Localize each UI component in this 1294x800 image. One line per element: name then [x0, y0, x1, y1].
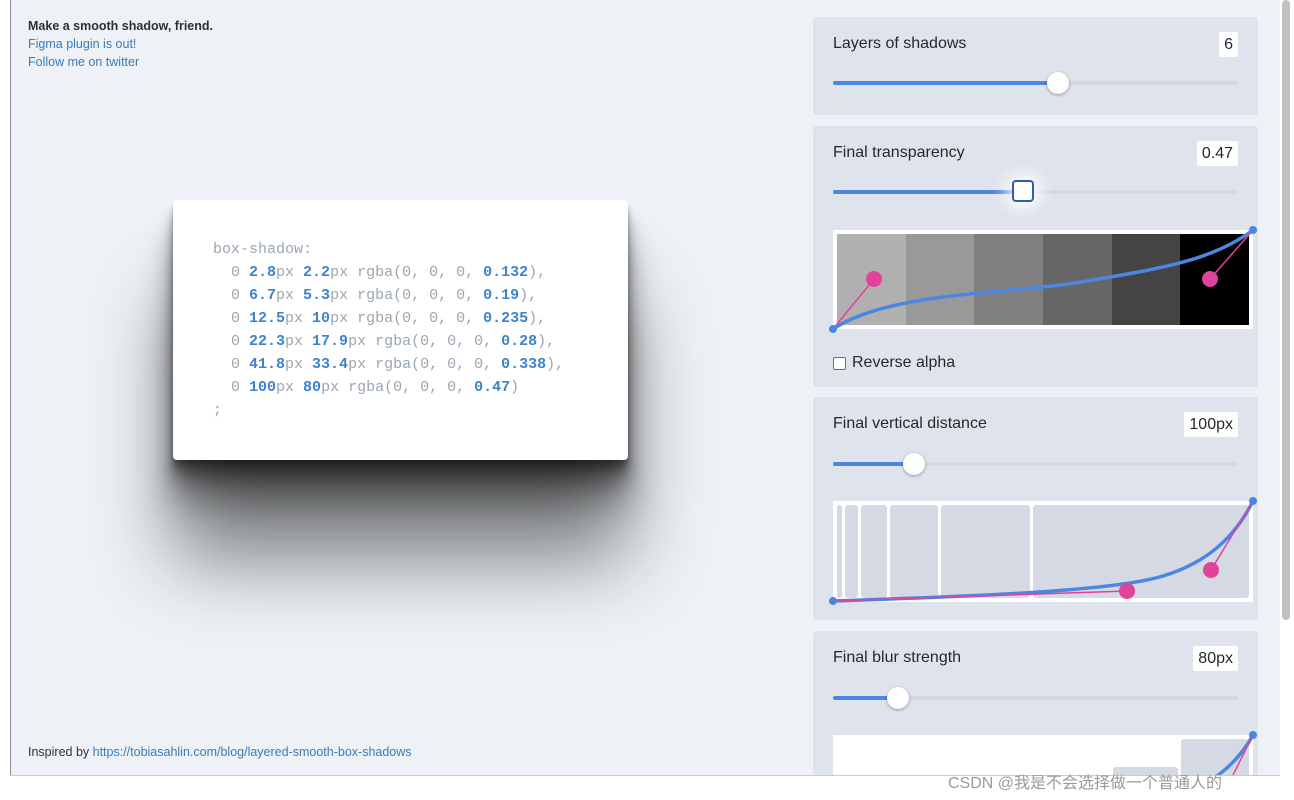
code-blur: 5.3 — [303, 287, 331, 304]
distance-handle-line-2 — [1210, 500, 1254, 571]
inspiration-link[interactable]: https://tobiasahlin.com/blog/layered-smo… — [93, 745, 412, 759]
transparency-panel: Final transparency 0.47 Reverse alpha — [813, 126, 1258, 387]
distance-slider[interactable] — [833, 453, 1238, 475]
blur-slider[interactable] — [833, 687, 1238, 709]
transparency-curve-editor[interactable] — [829, 226, 1257, 333]
transparency-curve-start-point[interactable] — [829, 325, 837, 333]
layers-slider-fill — [833, 81, 1058, 85]
intro-block: Make a smooth shadow, friend. Figma plug… — [28, 17, 213, 71]
code-y-offset: 100 — [249, 379, 277, 396]
transparency-control-point-1[interactable] — [866, 271, 882, 287]
transparency-handle-line-2 — [1209, 229, 1254, 280]
blur-label: Final blur strength — [833, 649, 962, 666]
distance-curve-line — [832, 500, 1255, 603]
distance-bezier-curve[interactable] — [829, 497, 1257, 605]
code-blur: 80 — [303, 379, 322, 396]
distance-curve-end-point[interactable] — [1249, 497, 1257, 505]
blur-panel: Final blur strength 80px — [813, 631, 1258, 775]
code-layer-line: 0 2.8px 2.2px rgba(0, 0, 0, 0.132), — [213, 264, 547, 281]
code-terminator: ; — [213, 402, 223, 419]
preview-canvas: Make a smooth shadow, friend. Figma plug… — [11, 0, 1280, 775]
footer-prefix: Inspired by — [28, 745, 93, 759]
blur-slider-thumb[interactable] — [887, 687, 909, 709]
layers-slider[interactable] — [833, 72, 1238, 94]
code-layer-line: 0 22.3px 17.9px rgba(0, 0, 0, 0.28), — [213, 333, 556, 350]
transparency-value[interactable]: 0.47 — [1196, 141, 1238, 166]
transparency-slider-fill — [833, 190, 1023, 194]
code-layer-line: 0 100px 80px rgba(0, 0, 0, 0.47) — [213, 379, 520, 396]
transparency-label: Final transparency — [833, 144, 965, 161]
code-blur: 10 — [312, 310, 331, 327]
transparency-bezier-curve[interactable] — [829, 226, 1257, 333]
transparency-handle-line-1 — [832, 278, 875, 330]
distance-slider-thumb[interactable] — [903, 453, 925, 475]
transparency-curve-line — [832, 228, 1255, 331]
code-alpha: 0.19 — [483, 287, 520, 304]
code-layer-line: 0 6.7px 5.3px rgba(0, 0, 0, 0.19), — [213, 287, 538, 304]
reverse-alpha-checkbox[interactable] — [833, 356, 846, 370]
distance-value[interactable]: 100px — [1184, 412, 1238, 437]
distance-slider-fill — [833, 462, 914, 466]
reverse-alpha-label: Reverse alpha — [852, 354, 956, 371]
blur-curve-end-point[interactable] — [1249, 731, 1257, 739]
code-alpha: 0.132 — [483, 264, 529, 281]
code-layer-line: 0 12.5px 10px rgba(0, 0, 0, 0.235), — [213, 310, 547, 327]
transparency-control-point-2[interactable] — [1202, 271, 1218, 287]
code-y-offset: 12.5 — [249, 310, 286, 327]
layers-panel: Layers of shadows 6 — [813, 17, 1258, 115]
code-blur: 33.4 — [312, 356, 349, 373]
code-alpha: 0.28 — [501, 333, 538, 350]
footer-credit: Inspired by https://tobiasahlin.com/blog… — [28, 745, 412, 759]
blur-handle-line — [1232, 734, 1254, 775]
code-layer-line: 0 41.8px 33.4px rgba(0, 0, 0, 0.338), — [213, 356, 565, 373]
code-alpha: 0.47 — [474, 379, 511, 396]
code-y-offset: 2.8 — [249, 264, 277, 281]
transparency-slider-thumb[interactable] — [1012, 180, 1034, 202]
layers-value[interactable]: 6 — [1219, 32, 1238, 57]
layers-label: Layers of shadows — [833, 35, 967, 52]
code-y-offset: 41.8 — [249, 356, 286, 373]
shadow-preview-card: box-shadow: 0 2.8px 2.2px rgba(0, 0, 0, … — [173, 200, 628, 460]
code-y-offset: 6.7 — [249, 287, 277, 304]
scrollbar-thumb[interactable] — [1282, 0, 1290, 620]
code-alpha: 0.235 — [483, 310, 529, 327]
figma-plugin-link[interactable]: Figma plugin is out! — [28, 35, 213, 53]
twitter-link[interactable]: Follow me on twitter — [28, 53, 213, 71]
distance-panel: Final vertical distance 100px — [813, 397, 1258, 620]
css-code-block: box-shadow: 0 2.8px 2.2px rgba(0, 0, 0, … — [213, 238, 564, 422]
transparency-slider[interactable] — [833, 180, 1238, 202]
code-property: box-shadow: — [213, 241, 313, 258]
code-y-offset: 22.3 — [249, 333, 286, 350]
code-blur: 17.9 — [312, 333, 349, 350]
distance-control-point-2[interactable] — [1203, 562, 1219, 578]
watermark-text: CSDN @我是不会选择做一个普通人的 — [948, 775, 1223, 792]
code-alpha: 0.338 — [501, 356, 547, 373]
distance-curve-editor[interactable] — [829, 497, 1257, 605]
distance-handle-line-1 — [832, 590, 1128, 602]
distance-curve-start-point[interactable] — [829, 597, 837, 605]
reverse-alpha-option[interactable]: Reverse alpha — [833, 354, 955, 372]
layers-slider-thumb[interactable] — [1047, 72, 1069, 94]
transparency-curve-end-point[interactable] — [1249, 226, 1257, 234]
code-blur: 2.2 — [303, 264, 331, 281]
tagline: Make a smooth shadow, friend. — [28, 19, 213, 33]
blur-value[interactable]: 80px — [1193, 646, 1238, 671]
distance-control-point-1[interactable] — [1119, 583, 1135, 599]
distance-label: Final vertical distance — [833, 415, 987, 432]
